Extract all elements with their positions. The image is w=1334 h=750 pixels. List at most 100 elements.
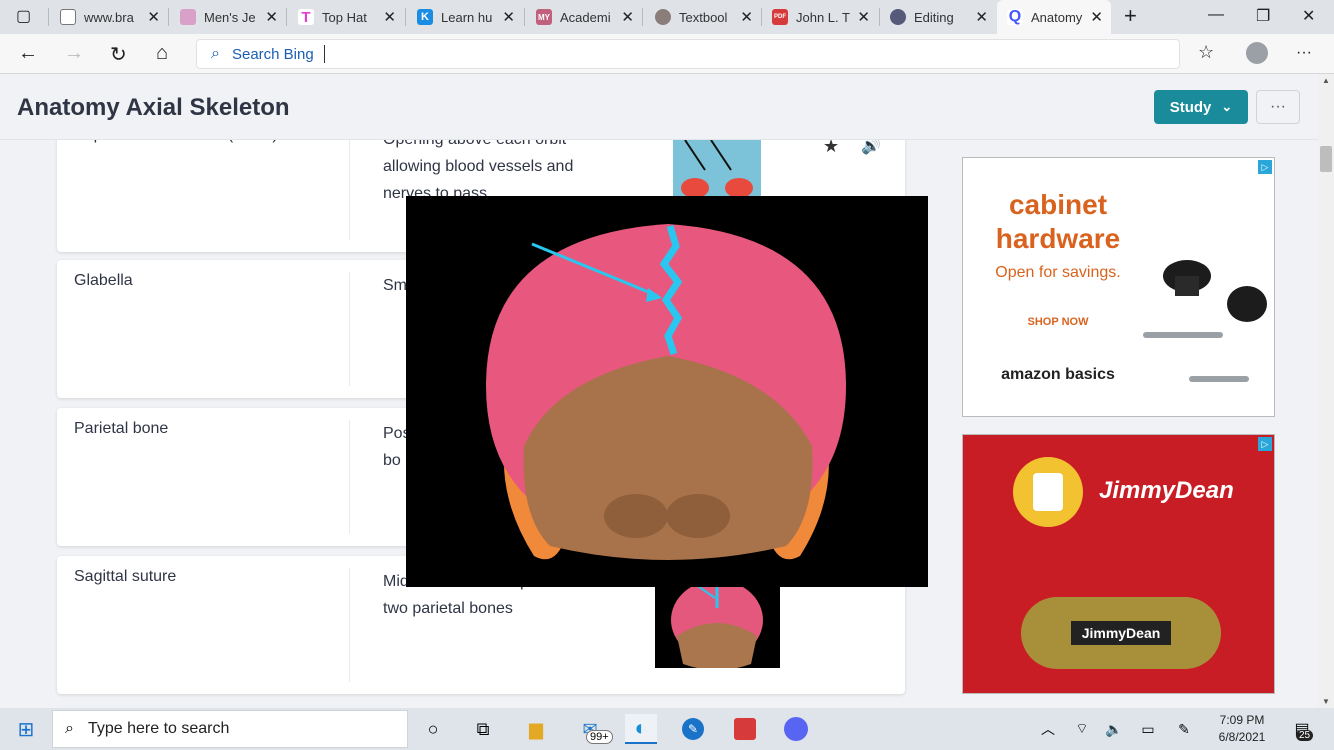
close-window-icon[interactable]: ✕ [1302,6,1315,26]
myacademic-icon: MY [536,9,552,25]
address-bar[interactable]: ⌕ Search Bing [196,39,1180,69]
refresh-icon[interactable]: ↻ [110,42,127,67]
address-placeholder: Search Bing [231,45,314,63]
product-label: JimmyDean [1071,621,1171,645]
jimmydean-boot-icon [1033,473,1063,511]
profile-avatar[interactable] [1246,42,1268,64]
scroll-up-icon[interactable]: ▲ [1322,76,1330,85]
search-icon: ⌕ [65,720,74,737]
skull-posterior-image [486,224,846,560]
scroll-down-icon[interactable]: ▼ [1322,697,1330,706]
card-image-skull-posterior[interactable] [655,576,780,668]
system-clock[interactable]: 7:09 PM 6/8/2021 [1204,712,1280,746]
tab-4[interactable]: K Learn hu ✕ [417,4,517,30]
taskbar-search[interactable]: ⌕ Type here to search [52,710,408,748]
tab-actions-icon[interactable]: ▢ [16,6,31,26]
tab-title: Anatomy [1031,9,1083,25]
tab-active-anatomy[interactable]: Q Anatomy ✕ [997,0,1111,34]
chevron-down-icon: ⌄ [1221,99,1233,114]
tab-2[interactable]: Men's Je ✕ [180,4,280,30]
back-icon[interactable]: ← [18,42,38,65]
minimize-icon[interactable]: — [1208,6,1224,24]
discord-icon[interactable] [780,714,812,744]
image-zoom-overlay[interactable] [406,196,928,587]
close-icon[interactable]: ✕ [857,8,870,26]
tab-title: John L. T [796,9,850,25]
cortana-icon[interactable]: ○ [417,714,449,744]
pdf-icon: PDF [772,9,788,25]
tab-title: Editing [914,9,954,25]
tab-title: Men's Je [204,9,256,25]
tab-title: Textbool [679,9,728,25]
windows-taskbar: ⊞ ⌕ Type here to search ○ ⧉ ▆ ✉ 99+ ◐ ✎ … [0,708,1334,750]
close-icon[interactable]: ✕ [1090,8,1103,26]
quizlet-icon: Q [1007,8,1023,25]
tab-title: Top Hat [322,9,367,25]
tab-7[interactable]: PDF John L. T ✕ [772,4,872,30]
mail-badge: 99+ [586,730,613,744]
kenhub-icon: K [417,9,433,25]
search-icon: ⌕ [211,45,220,62]
more-options-button[interactable]: ··· [1256,90,1300,124]
battery-icon[interactable]: ▭ [1132,714,1164,744]
ad-cabinet-hardware[interactable]: ▷ cabinet hardware Open for savings. SHO… [962,157,1275,417]
tab-bar: ▢ www.bra ✕ Men's Je ✕ T Top Hat ✕ K Lea… [0,0,1334,34]
task-view-icon[interactable]: ⧉ [467,714,499,744]
close-icon[interactable]: ✕ [383,8,396,26]
text-caret [323,45,325,63]
file-explorer-icon[interactable]: ▆ [520,714,552,744]
tab-6[interactable]: Textbool ✕ [655,4,755,30]
tab-5[interactable]: MY Academi ✕ [536,4,636,30]
tab-8[interactable]: Editing ✕ [890,4,990,30]
volume-muted-icon[interactable]: 🔈 [1098,714,1130,744]
study-button[interactable]: Study ⌄ [1154,90,1248,124]
forward-icon[interactable]: → [64,42,84,65]
more-icon: ··· [1270,98,1286,115]
scrollbar-thumb[interactable] [1320,146,1332,172]
app-icon[interactable]: ✎ [677,714,709,744]
show-hidden-icons-chevron[interactable]: ︿ [1032,714,1064,744]
clock-time: 7:09 PM [1219,713,1265,727]
adchoices-icon[interactable]: ▷ [1258,160,1272,174]
address-toolbar: ← → ↻ ⌂ ⌕ Search Bing ☆ ··· [0,34,1334,74]
settings-more-icon[interactable]: ··· [1296,44,1312,62]
close-icon[interactable]: ✕ [975,8,988,26]
favorites-icon[interactable]: ☆ [1198,42,1214,63]
card-term: Parietal bone [74,420,169,437]
notification-count: 25 [1296,730,1314,741]
ad-headline: cabinet hardware [995,189,1121,254]
card-term: Sagittal suture [74,568,177,585]
home-icon[interactable]: ⌂ [156,42,168,65]
close-icon[interactable]: ✕ [502,8,515,26]
textbook-icon [655,9,671,25]
close-icon[interactable]: ✕ [265,8,278,26]
card-term: Glabella [74,272,133,289]
windows-start-icon[interactable]: ⊞ [10,714,42,744]
acrobat-icon[interactable] [729,714,761,744]
restore-icon[interactable]: ❐ [1256,6,1270,26]
new-tab-icon[interactable]: + [1124,3,1137,29]
set-header: Anatomy Axial Skeleton Study ⌄ ··· [0,74,1318,140]
ad-cta: SHOP NOW [1027,316,1089,328]
editing-site-icon [890,9,906,25]
site-icon [180,9,196,25]
taskbar-search-placeholder: Type here to search [87,720,230,737]
ad-subtext: Open for savings. [995,264,1121,281]
knob-icon [1143,260,1267,382]
tab-3[interactable]: T Top Hat ✕ [298,4,398,30]
ad-brand: JimmyDean [1099,477,1234,504]
tab-1[interactable]: www.bra ✕ [60,4,162,30]
adchoices-icon[interactable]: ▷ [1258,437,1272,451]
tab-title: Academi [560,9,611,25]
wifi-icon[interactable]: ⌔ [1066,714,1098,744]
tophat-icon: T [298,9,314,26]
ad-jimmy-dean[interactable]: ▷ JimmyDean JimmyDean [962,434,1275,694]
clock-date: 6/8/2021 [1218,730,1266,744]
edge-icon[interactable]: ◐ [625,714,657,744]
tab-title: www.bra [84,9,134,25]
pen-icon[interactable]: ✎ [1168,714,1200,744]
close-icon[interactable]: ✕ [740,8,753,26]
close-icon[interactable]: ✕ [147,8,160,26]
tab-title: Learn hu [441,9,493,25]
close-icon[interactable]: ✕ [621,8,634,26]
